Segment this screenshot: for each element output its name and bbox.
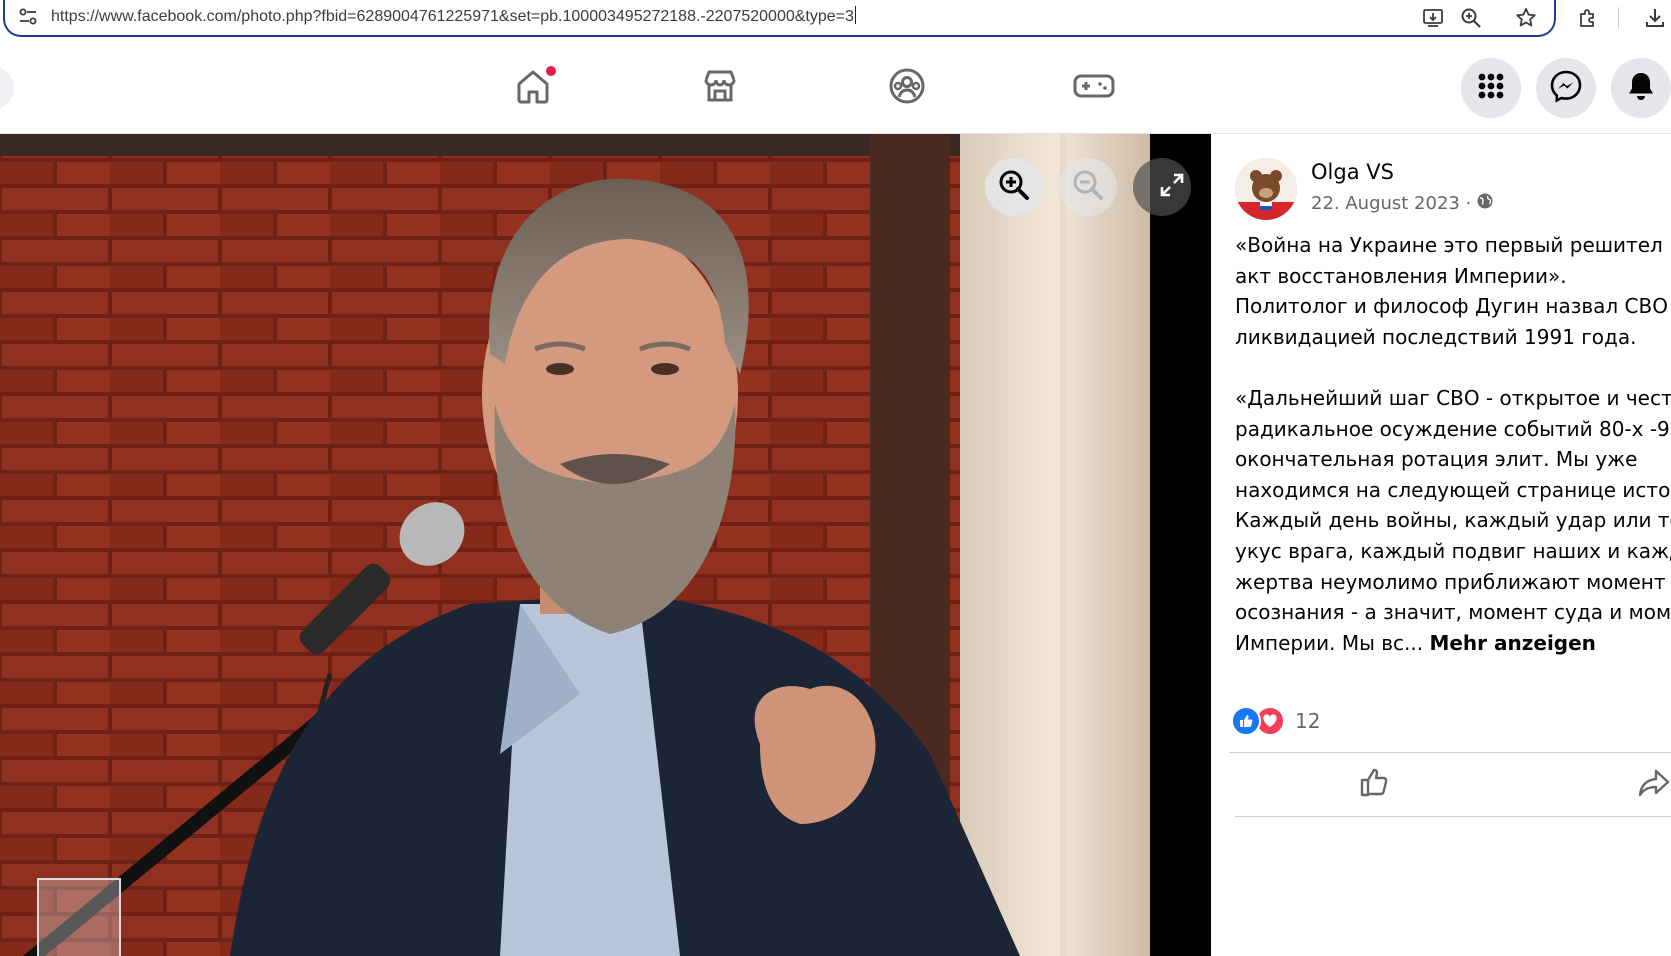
extensions-icon[interactable] [1574, 4, 1602, 32]
search-button[interactable] [0, 66, 14, 110]
globe-icon [1476, 192, 1494, 215]
url-field[interactable]: https://www.facebook.com/photo.php?fbid=… [51, 6, 856, 26]
post-line: осознания - а значит, момент суда и мом [1235, 600, 1671, 625]
see-more-link[interactable]: Mehr anzeigen [1429, 631, 1595, 655]
post-photo[interactable] [0, 134, 1150, 956]
post-line: укус врага, каждый подвиг наших и кажд [1235, 538, 1671, 563]
address-bar[interactable]: https://www.facebook.com/photo.php?fbid=… [3, 0, 1556, 37]
messenger-button[interactable] [1536, 58, 1596, 118]
post-line: акт восстановления Империи». [1235, 263, 1567, 288]
tab-groups[interactable] [881, 62, 933, 114]
notifications-bell-icon [1625, 70, 1657, 106]
zoom-out-button[interactable] [1059, 158, 1117, 216]
divider [1229, 752, 1671, 753]
author-avatar[interactable] [1235, 158, 1297, 220]
post-line: жертва неумолимо приближают момент [1235, 569, 1666, 594]
zoom-in-button[interactable] [985, 158, 1043, 216]
install-app-icon[interactable] [1419, 4, 1447, 32]
menu-grid-icon [1476, 71, 1506, 105]
post-line-last: Империи. Мы вс... Mehr anzeigen [1235, 628, 1671, 659]
post-line: ликвидацией последствий 1991 года. [1235, 324, 1637, 349]
like-action-icon [1358, 765, 1392, 803]
reactions-summary[interactable]: 12 [1231, 706, 1320, 736]
toolbar-divider [1618, 7, 1619, 29]
like-reaction-icon [1231, 706, 1261, 736]
url-value: https://www.facebook.com/photo.php?fbid=… [51, 8, 854, 25]
bookmark-star-icon[interactable] [1512, 4, 1540, 32]
post-line: «Дальнейший шаг СВО - открытое и чест [1235, 385, 1671, 410]
post-body: «Война на Украине это первый решител акт… [1235, 230, 1671, 658]
tab-marketplace[interactable] [694, 62, 746, 114]
share-button[interactable] [1501, 762, 1671, 806]
marketplace-icon [700, 66, 740, 110]
post-line: радикальное осуждение событий 80-х -9 [1235, 416, 1670, 441]
reaction-count: 12 [1295, 709, 1321, 733]
share-action-icon [1637, 765, 1671, 803]
like-button[interactable] [1255, 762, 1495, 806]
browser-toolbar: https://www.facebook.com/photo.php?fbid=… [0, 0, 1671, 42]
post-date-text: 22. August 2023 · [1311, 193, 1472, 214]
post-line: «Война на Украине это первый решител [1235, 233, 1663, 257]
home-notification-dot [545, 65, 557, 77]
zoom-out-icon [1071, 168, 1105, 206]
author-name[interactable]: Olga VS [1311, 160, 1394, 184]
zoom-icon[interactable] [1457, 4, 1485, 32]
tune-icon[interactable] [17, 6, 39, 28]
photo-viewer [0, 134, 1211, 956]
notifications-button[interactable] [1611, 58, 1671, 118]
post-panel: Olga VS 22. August 2023 · «Война на Укра… [1211, 134, 1671, 956]
gaming-icon [1073, 66, 1115, 110]
fullscreen-icon [1159, 172, 1185, 202]
facebook-top-nav [0, 42, 1671, 134]
messenger-icon [1549, 69, 1583, 107]
menu-button[interactable] [1461, 58, 1521, 118]
groups-icon [887, 66, 927, 110]
download-icon[interactable] [1641, 4, 1669, 32]
fullscreen-button[interactable] [1133, 158, 1191, 216]
zoom-in-icon [997, 168, 1031, 206]
divider [1235, 816, 1671, 817]
post-line: Каждый день войны, каждый удар или те [1235, 508, 1671, 533]
post-line: Политолог и философ Дугин назвал СВО [1235, 294, 1668, 319]
post-line: окончательная ротация элит. Мы уже [1235, 447, 1638, 472]
tab-gaming[interactable] [1068, 62, 1120, 114]
post-timestamp[interactable]: 22. August 2023 · [1311, 192, 1494, 215]
text-caret [854, 6, 856, 24]
post-truncated-text: Империи. Мы вс... [1235, 630, 1424, 655]
post-line: находимся на следующей странице исто [1235, 477, 1671, 502]
